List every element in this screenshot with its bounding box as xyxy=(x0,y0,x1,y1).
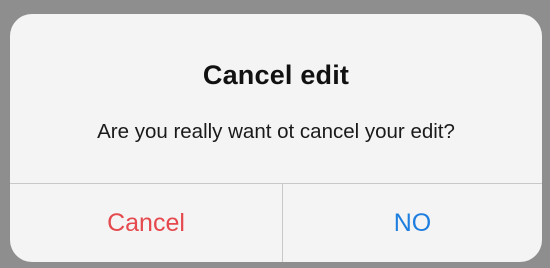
alert-content: Cancel edit Are you really want ot cance… xyxy=(10,14,542,183)
alert-dialog: Cancel edit Are you really want ot cance… xyxy=(10,14,542,262)
no-button[interactable]: NO xyxy=(283,184,542,262)
alert-message: Are you really want ot cancel your edit? xyxy=(97,120,455,143)
cancel-button[interactable]: Cancel xyxy=(10,184,282,262)
alert-title: Cancel edit xyxy=(202,60,350,90)
